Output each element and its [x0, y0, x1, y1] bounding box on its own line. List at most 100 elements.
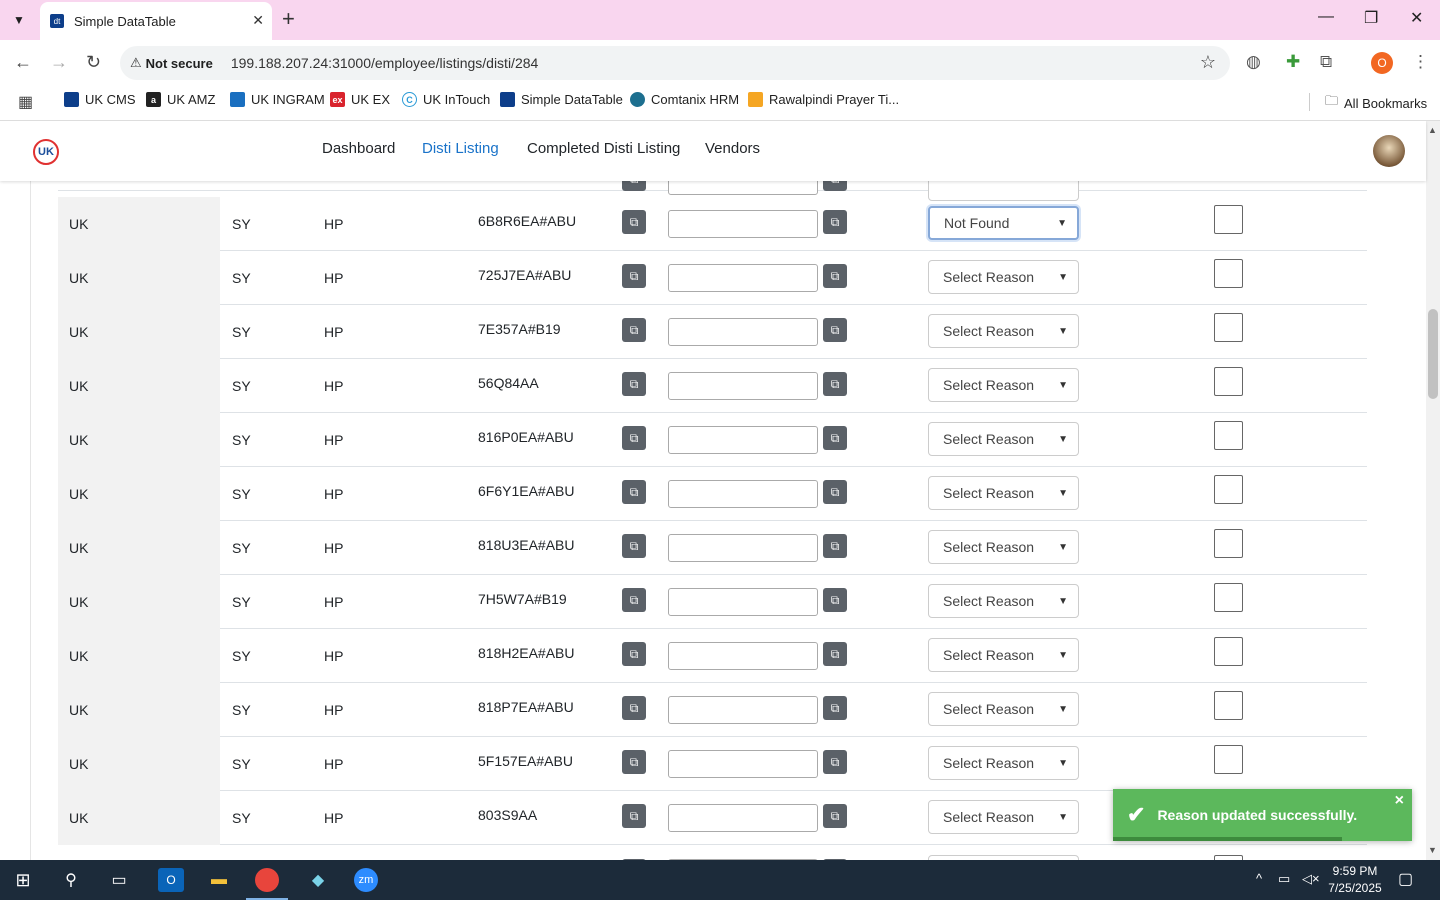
paste-icon[interactable]: ⧉ [823, 480, 847, 504]
copy-icon[interactable]: ⧉ [622, 264, 646, 288]
reason-select[interactable]: Select Reason ▼ [928, 692, 1079, 726]
not-secure-label[interactable]: Not secure [146, 56, 213, 71]
address-bar[interactable]: ⚠ Not secure 199.188.207.24:31000/employ… [120, 46, 1230, 80]
row-checkbox[interactable] [1214, 259, 1243, 288]
reason-select[interactable]: Select Reason ▼ [928, 422, 1079, 456]
toast-close-icon[interactable]: × [1395, 792, 1404, 810]
paste-icon[interactable]: ⧉ [823, 534, 847, 558]
bookmark-uk-intouch[interactable]: C UK InTouch [402, 92, 490, 107]
row-checkbox[interactable] [1214, 313, 1243, 342]
all-bookmarks[interactable]: 🗀 All Bookmarks [1325, 92, 1427, 114]
volume-icon[interactable]: ◁× [1302, 871, 1320, 887]
row-checkbox[interactable] [1214, 205, 1243, 234]
paste-icon[interactable]: ⧉ [823, 264, 847, 288]
text-input[interactable] [668, 642, 818, 670]
reason-select[interactable]: Select Reason ▼ [928, 746, 1079, 780]
paste-icon[interactable]: ⧉ [823, 804, 847, 828]
extensions-icon[interactable]: ⧉ [1320, 52, 1332, 72]
forward-icon[interactable]: → [50, 52, 68, 73]
paste-icon[interactable]: ⧉ [823, 318, 847, 342]
text-input[interactable] [668, 181, 818, 195]
text-input[interactable] [668, 480, 818, 508]
reason-select[interactable]: Select Reason ▼ [928, 368, 1079, 402]
page-scrollbar[interactable]: ▲ ▼ [1426, 121, 1440, 860]
copy-icon[interactable]: ⧉ [622, 588, 646, 612]
reload-icon[interactable]: ↻ [86, 52, 101, 73]
user-avatar[interactable] [1373, 135, 1405, 167]
zoom-icon[interactable]: zm [354, 868, 378, 892]
text-input[interactable] [668, 588, 818, 616]
browser-tab[interactable]: dt Simple DataTable ✕ [40, 2, 272, 40]
bookmark-uk-amz[interactable]: a UK AMZ [146, 92, 215, 107]
nav-completed-disti-listing[interactable]: Completed Disti Listing [527, 140, 680, 157]
apps-grid-icon[interactable]: ▦ [18, 92, 33, 112]
text-input[interactable] [668, 804, 818, 832]
extension-plus-icon[interactable]: ✚ [1286, 52, 1300, 72]
restore-icon[interactable]: ❐ [1364, 8, 1378, 28]
reason-select[interactable]: Select Reason ▼ [928, 530, 1079, 564]
copy-icon[interactable]: ⧉ [622, 181, 646, 191]
outlook-icon[interactable]: O [158, 868, 184, 892]
text-input[interactable] [668, 696, 818, 724]
copy-icon[interactable]: ⧉ [622, 318, 646, 342]
bookmark-uk-ingram[interactable]: UK INGRAM [230, 92, 325, 107]
tray-chevron-icon[interactable]: ^ [1256, 871, 1262, 886]
paste-icon[interactable]: ⧉ [823, 210, 847, 234]
tab-close-icon[interactable]: ✕ [252, 12, 264, 29]
minimize-icon[interactable]: — [1318, 8, 1334, 26]
back-icon[interactable]: ← [14, 52, 32, 73]
scroll-up-icon[interactable]: ▲ [1428, 125, 1437, 135]
reason-select[interactable]: Not Found ▼ [928, 206, 1079, 240]
text-input[interactable] [668, 534, 818, 562]
paste-icon[interactable]: ⧉ [823, 642, 847, 666]
chrome-icon[interactable] [255, 868, 279, 892]
row-checkbox[interactable] [1214, 691, 1243, 720]
system-clock[interactable]: 9:59 PM 7/25/2025 [1318, 863, 1392, 897]
copy-icon[interactable]: ⧉ [622, 210, 646, 234]
scroll-down-icon[interactable]: ▼ [1428, 845, 1437, 855]
text-input[interactable] [668, 318, 818, 346]
url-text[interactable]: 199.188.207.24:31000/employee/listings/d… [231, 55, 538, 71]
paste-icon[interactable]: ⧉ [823, 750, 847, 774]
copy-icon[interactable]: ⧉ [622, 804, 646, 828]
new-tab-icon[interactable]: + [282, 7, 295, 31]
scrollbar-thumb[interactable] [1428, 309, 1438, 399]
network-icon[interactable]: ▭ [1278, 871, 1290, 887]
nav-dashboard[interactable]: Dashboard [322, 140, 395, 157]
reason-select[interactable]: Select Reason ▼ [928, 638, 1079, 672]
row-checkbox[interactable] [1214, 583, 1243, 612]
row-checkbox[interactable] [1214, 637, 1243, 666]
paste-icon[interactable]: ⧉ [823, 372, 847, 396]
notifications-icon[interactable]: ▢ [1398, 869, 1413, 889]
row-checkbox[interactable] [1214, 367, 1243, 396]
copy-icon[interactable]: ⧉ [622, 750, 646, 774]
copy-icon[interactable]: ⧉ [622, 534, 646, 558]
row-checkbox[interactable] [1214, 421, 1243, 450]
bookmark-uk-ex[interactable]: ex UK EX [330, 92, 390, 107]
nav-disti-listing[interactable]: Disti Listing [422, 140, 499, 157]
copy-icon[interactable]: ⧉ [622, 642, 646, 666]
reason-select[interactable]: Select Reason ▼ [928, 260, 1079, 294]
file-explorer-icon[interactable]: ▬ [206, 868, 232, 892]
row-checkbox[interactable] [1214, 745, 1243, 774]
paste-icon[interactable]: ⧉ [823, 696, 847, 720]
translate-icon[interactable]: ◍ [1246, 52, 1261, 72]
text-input[interactable] [668, 264, 818, 292]
paste-icon[interactable]: ⧉ [823, 426, 847, 450]
text-input[interactable] [668, 426, 818, 454]
profile-avatar[interactable]: O [1371, 52, 1393, 74]
row-checkbox[interactable] [1214, 529, 1243, 558]
reason-select[interactable]: Select Reason ▼ [928, 800, 1079, 834]
bookmark-uk-cms[interactable]: UK CMS [64, 92, 136, 107]
close-window-icon[interactable]: ✕ [1410, 8, 1423, 28]
bookmark-rawalpindi-prayer[interactable]: Rawalpindi Prayer Ti... [748, 92, 899, 107]
bookmark-comtanix-hrm[interactable]: Comtanix HRM [630, 92, 739, 107]
reason-select[interactable]: Select Reason ▼ [928, 584, 1079, 618]
bookmark-simple-datatable[interactable]: Simple DataTable [500, 92, 623, 107]
app-diamond-icon[interactable]: ◆ [305, 868, 331, 892]
reason-select[interactable]: Select Reason ▼ [928, 314, 1079, 348]
menu-kebab-icon[interactable]: ⋮ [1412, 52, 1429, 72]
bookmark-star-icon[interactable]: ☆ [1200, 52, 1216, 73]
copy-icon[interactable]: ⧉ [622, 480, 646, 504]
copy-icon[interactable]: ⧉ [622, 696, 646, 720]
